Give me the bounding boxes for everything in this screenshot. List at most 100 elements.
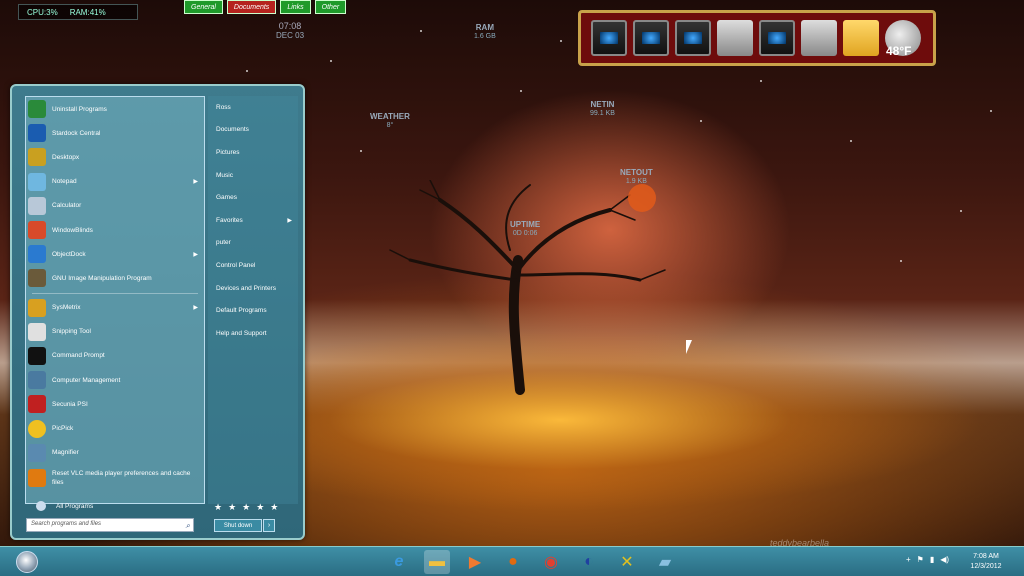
folder-icon[interactable] bbox=[843, 20, 879, 56]
notepad-taskbar-icon[interactable]: ▰ bbox=[652, 550, 678, 574]
place-favorites[interactable]: Favorites ▶ bbox=[208, 209, 298, 232]
tray-expand-icon[interactable]: + bbox=[906, 555, 911, 564]
taskbar-pinned: e ▬ ▶ ● ◉ ◐ ✕ ▰ bbox=[386, 550, 678, 574]
desktop-computer-icon[interactable] bbox=[633, 20, 669, 56]
ram-meter: RAM 1.6 GB bbox=[474, 24, 496, 41]
scissors-icon bbox=[28, 322, 46, 341]
place-label: Games bbox=[216, 194, 237, 202]
system-monitor-bar: CPU:3% RAM:41% bbox=[18, 4, 138, 20]
firefox-icon[interactable]: ● bbox=[500, 550, 526, 574]
mouse-cursor bbox=[686, 340, 692, 354]
start-button[interactable] bbox=[16, 551, 38, 573]
program-windowblinds[interactable]: WindowBlinds bbox=[26, 218, 204, 242]
program-objectdock[interactable]: ObjectDock ▶ bbox=[26, 242, 204, 266]
tab-general-label: General bbox=[191, 3, 216, 11]
place-label: Music bbox=[216, 171, 233, 179]
tools-icon[interactable]: ✕ bbox=[614, 550, 640, 574]
place-label: Ross bbox=[216, 103, 231, 111]
program-label: Uninstall Programs bbox=[52, 105, 107, 113]
program-reset-vlc[interactable]: Reset VLC media player preferences and c… bbox=[26, 465, 204, 491]
program-label: PicPick bbox=[52, 425, 74, 433]
desktopx-icon bbox=[28, 148, 46, 167]
media-player-icon[interactable]: ▶ bbox=[462, 550, 488, 574]
program-desktopx[interactable]: Desktopx bbox=[26, 145, 204, 169]
desktop-clock-date: DEC 03 bbox=[276, 31, 305, 40]
places-list: Ross Documents Pictures Music Games Favo… bbox=[208, 96, 298, 504]
tab-documents-label: Documents bbox=[233, 3, 270, 11]
display-icon[interactable] bbox=[675, 20, 711, 56]
place-label: Pictures bbox=[216, 148, 240, 156]
volume-icon[interactable]: ◀) bbox=[940, 555, 949, 564]
gimp-icon bbox=[28, 269, 46, 288]
taskbar: e ▬ ▶ ● ◉ ◐ ✕ ▰ + ⚑ ▮ ◀) 7:08 AM 12/3/20… bbox=[0, 546, 1024, 576]
sysmetrix-icon bbox=[28, 298, 46, 317]
uninstall-icon bbox=[28, 100, 46, 119]
program-notepad[interactable]: Notepad ▶ bbox=[26, 170, 204, 194]
menu-separator bbox=[32, 292, 198, 294]
shutdown-label: Shut down bbox=[223, 522, 253, 529]
place-music[interactable]: Music bbox=[208, 164, 298, 187]
place-games[interactable]: Games bbox=[208, 186, 298, 209]
taskbar-clock[interactable]: 7:08 AM 12/3/2012 bbox=[960, 552, 1012, 572]
drive-icon[interactable] bbox=[717, 20, 753, 56]
place-label: Help and Support bbox=[216, 329, 267, 337]
search-input[interactable]: Search programs and files ⌕ bbox=[26, 518, 194, 532]
removable-drive-icon[interactable] bbox=[801, 20, 837, 56]
program-label: Computer Management bbox=[52, 376, 121, 384]
search-icon[interactable]: ⌕ bbox=[186, 521, 190, 531]
program-calculator[interactable]: Calculator bbox=[26, 194, 204, 218]
program-computer-management[interactable]: Computer Management bbox=[26, 368, 204, 392]
program-picpick[interactable]: PicPick bbox=[26, 416, 204, 440]
submenu-arrow-icon: ▶ bbox=[287, 217, 292, 224]
network-icon[interactable]: ▮ bbox=[930, 555, 934, 564]
program-label: Notepad bbox=[52, 178, 77, 186]
program-secunia-psi[interactable]: Secunia PSI bbox=[26, 392, 204, 416]
taskbar-date: 12/3/2012 bbox=[970, 563, 1002, 570]
program-magnifier[interactable]: Magnifier bbox=[26, 441, 204, 465]
chrome-icon[interactable]: ◉ bbox=[538, 550, 564, 574]
all-programs-label: All Programs bbox=[56, 502, 94, 510]
place-computer[interactable]: puter bbox=[208, 232, 298, 255]
action-center-icon[interactable]: ⚑ bbox=[917, 555, 924, 564]
place-ross[interactable]: Ross bbox=[208, 96, 298, 119]
place-documents[interactable]: Documents bbox=[208, 119, 298, 142]
objectdock-taskbar-icon[interactable]: ◐ bbox=[576, 550, 602, 574]
program-gimp[interactable]: GNU Image Manipulation Program bbox=[26, 266, 204, 290]
notepad-icon bbox=[28, 172, 46, 191]
program-command-prompt[interactable]: Command Prompt bbox=[26, 344, 204, 368]
program-snipping-tool[interactable]: Snipping Tool bbox=[26, 320, 204, 344]
program-sysmetrix[interactable]: SysMetrix ▶ bbox=[26, 296, 204, 320]
shutdown-button[interactable]: Shut down bbox=[214, 519, 262, 532]
program-label: SysMetrix bbox=[52, 304, 81, 312]
tab-other[interactable]: Other bbox=[314, 0, 347, 14]
internet-explorer-icon[interactable]: e bbox=[386, 550, 412, 574]
shutdown-options-button[interactable]: › bbox=[263, 519, 275, 532]
place-default-programs[interactable]: Default Programs bbox=[208, 299, 298, 322]
program-label: Desktopx bbox=[52, 153, 80, 161]
file-explorer-icon[interactable]: ▬ bbox=[424, 550, 450, 574]
program-stardock-central[interactable]: Stardock Central bbox=[26, 121, 204, 145]
tab-links[interactable]: Links bbox=[280, 0, 311, 14]
network-monitor-icon[interactable] bbox=[759, 20, 795, 56]
all-programs-button[interactable]: All Programs bbox=[36, 501, 93, 511]
cmd-icon bbox=[28, 346, 46, 365]
desktop-tab-bar: General Documents Links Other bbox=[184, 0, 347, 14]
stardock-icon bbox=[28, 124, 46, 143]
place-help-support[interactable]: Help and Support bbox=[208, 322, 298, 345]
weather-meter: WEATHER 8° bbox=[370, 113, 410, 130]
tab-documents[interactable]: Documents bbox=[226, 0, 277, 14]
place-devices-printers[interactable]: Devices and Printers bbox=[208, 277, 298, 300]
program-label: GNU Image Manipulation Program bbox=[52, 274, 152, 282]
objectdock-icon bbox=[28, 245, 46, 264]
tab-general[interactable]: General bbox=[184, 0, 223, 14]
monitor-icon[interactable] bbox=[591, 20, 627, 56]
program-label: Snipping Tool bbox=[52, 328, 91, 336]
sun-decoration bbox=[628, 184, 656, 212]
place-pictures[interactable]: Pictures bbox=[208, 141, 298, 164]
program-uninstall-programs[interactable]: Uninstall Programs bbox=[26, 97, 204, 121]
search-placeholder: Search programs and files bbox=[31, 521, 102, 527]
tree-wallpaper bbox=[389, 180, 666, 395]
submenu-arrow-icon: ▶ bbox=[193, 305, 198, 312]
place-control-panel[interactable]: Control Panel bbox=[208, 254, 298, 277]
program-label: Reset VLC media player preferences and c… bbox=[52, 469, 191, 486]
